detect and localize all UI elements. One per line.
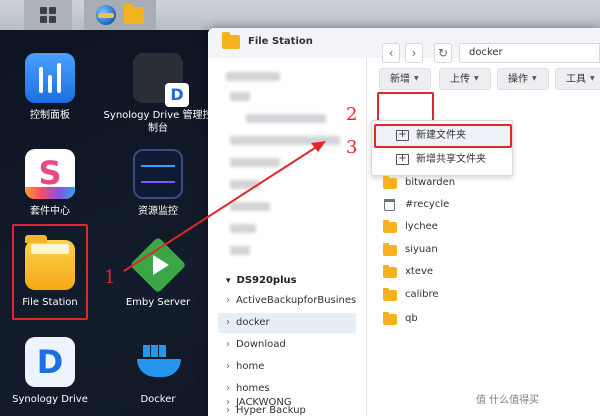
- annotation-arrow: [123, 141, 326, 272]
- annotation-step-3: 3: [346, 137, 358, 158]
- annotation-step-1: 1: [104, 267, 116, 288]
- watermark: 值 什么值得买: [476, 395, 540, 406]
- annotation-step-2: 2: [346, 104, 358, 125]
